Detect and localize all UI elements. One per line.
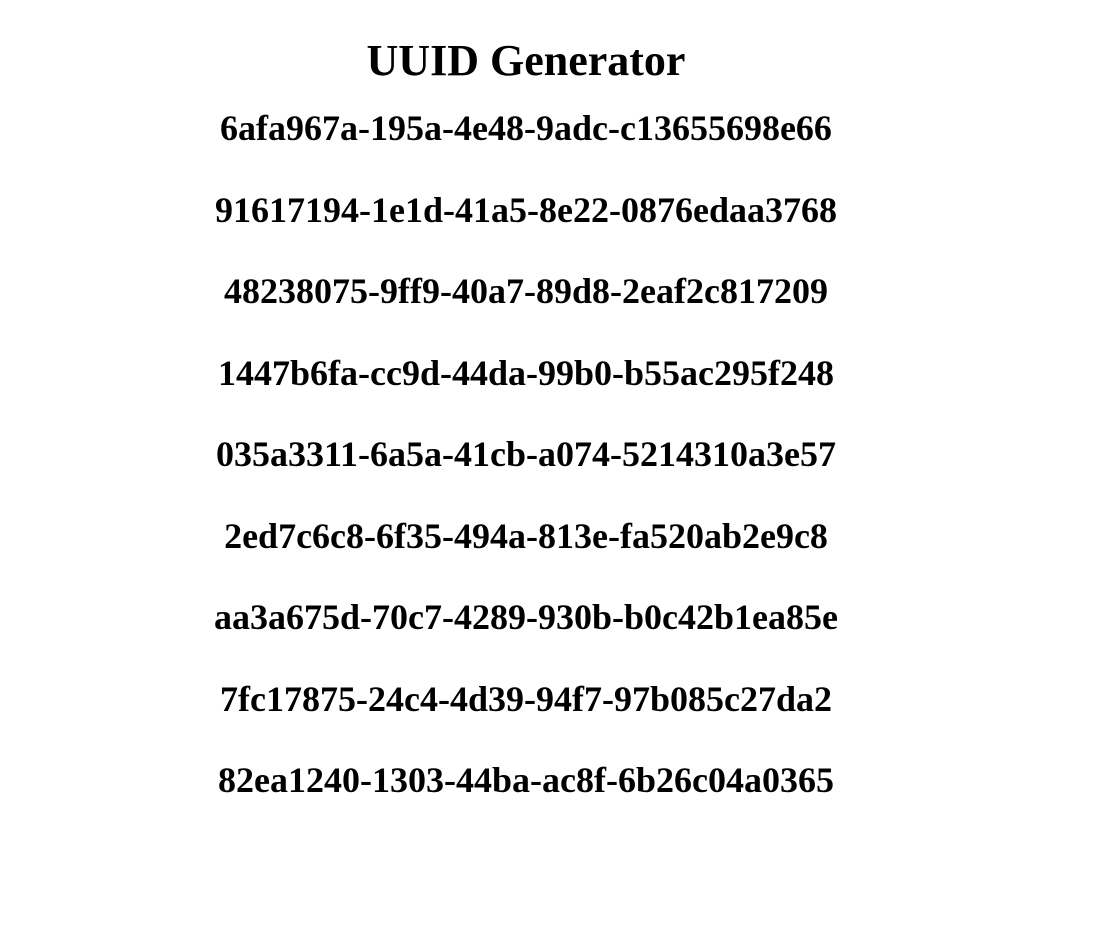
uuid-item: 82ea1240-1303-44ba-ac8f-6b26c04a0365	[218, 760, 834, 800]
page: UUID Generator 6afa967a-195a-4e48-9adc-c…	[0, 36, 1052, 801]
page-title: UUID Generator	[366, 36, 686, 85]
uuid-item: 6afa967a-195a-4e48-9adc-c13655698e66	[220, 108, 832, 148]
uuid-item: aa3a675d-70c7-4289-930b-b0c42b1ea85e	[214, 597, 838, 637]
uuid-item: 7fc17875-24c4-4d39-94f7-97b085c27da2	[220, 678, 832, 719]
uuid-list: 6afa967a-195a-4e48-9adc-c13655698e66 916…	[0, 108, 1052, 801]
uuid-item: 035a3311-6a5a-41cb-a074-5214310a3e57	[216, 434, 836, 474]
uuid-item: 91617194-1e1d-41a5-8e22-0876edaa3768	[215, 189, 837, 230]
uuid-item: 1447b6fa-cc9d-44da-99b0-b55ac295f248	[218, 352, 834, 393]
uuid-item: 2ed7c6c8-6f35-494a-813e-fa520ab2e9c8	[224, 515, 828, 556]
uuid-item: 48238075-9ff9-40a7-89d8-2eaf2c817209	[224, 271, 828, 311]
